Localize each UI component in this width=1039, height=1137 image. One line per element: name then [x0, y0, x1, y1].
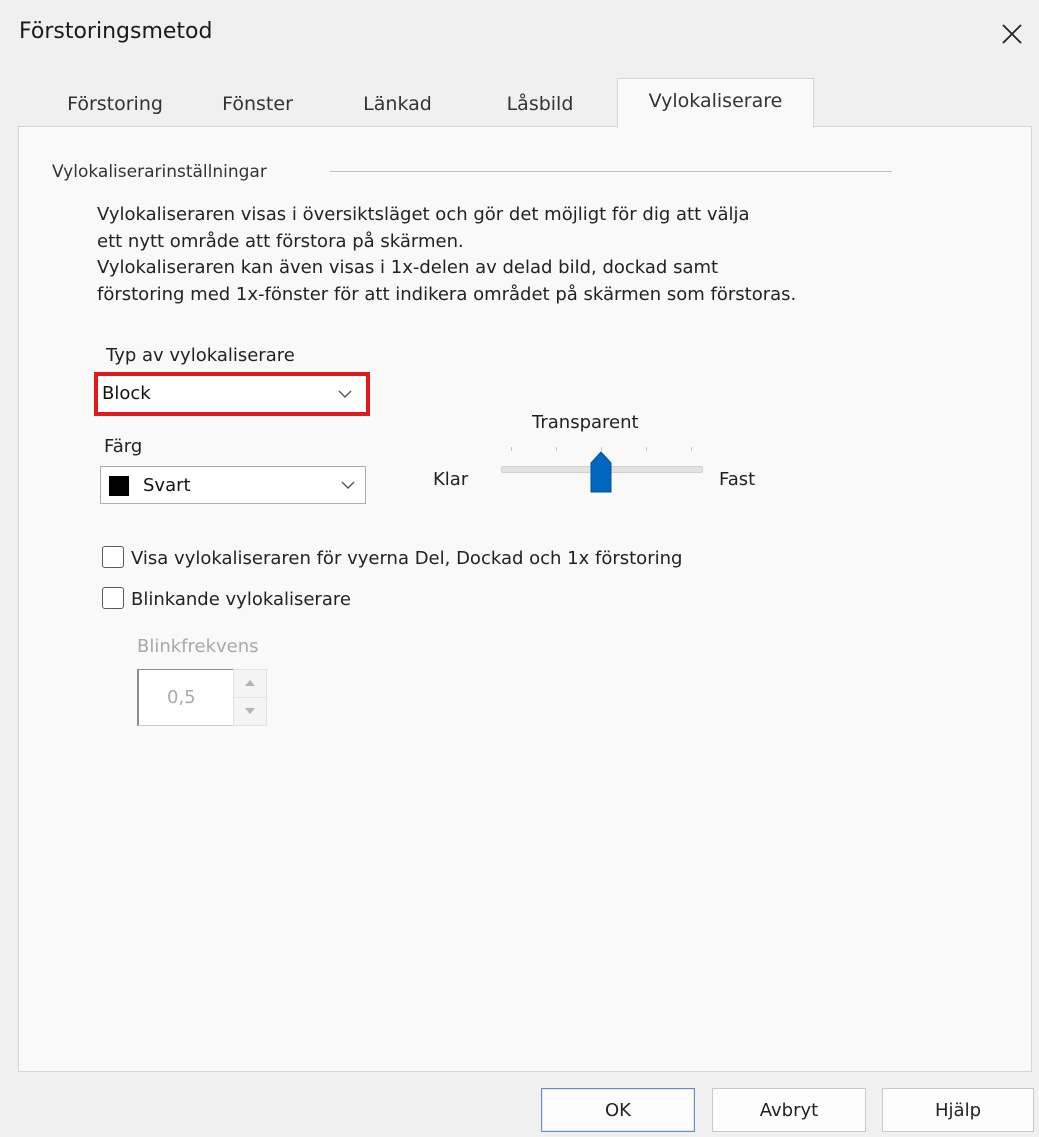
slider-tick [691, 447, 692, 451]
color-label: Färg [104, 436, 143, 457]
tab-forstoring[interactable]: Förstoring [40, 82, 190, 126]
blinking-checkbox[interactable] [102, 587, 124, 609]
slider-tick [511, 447, 512, 451]
spin-down-button[interactable] [233, 697, 267, 726]
transparency-max-label: Fast [719, 469, 756, 490]
transparency-slider-thumb[interactable] [590, 451, 612, 493]
slider-tick [646, 447, 647, 451]
color-select-value: Svart [143, 475, 191, 496]
tab-lasbild[interactable]: Låsbild [470, 82, 610, 126]
group-divider [330, 171, 892, 172]
close-icon [1002, 24, 1022, 44]
highlight-box [94, 372, 370, 416]
color-swatch [109, 476, 129, 496]
blink-frequency-label: Blinkfrekvens [137, 636, 259, 657]
show-in-views-label[interactable]: Visa vylokaliseraren för vyerna Del, Doc… [131, 548, 682, 569]
type-label: Typ av vylokaliserare [106, 345, 295, 366]
close-button[interactable] [992, 14, 1032, 54]
cancel-button[interactable]: Avbryt [712, 1088, 866, 1132]
title-bar: Förstoringsmetod [0, 0, 1039, 68]
blinking-label[interactable]: Blinkande vylokaliserare [131, 589, 351, 610]
description-line-3: Vylokaliseraren kan även visas i 1x-dele… [97, 257, 719, 278]
description-line-2: ett nytt område att förstora på skärmen. [97, 231, 464, 252]
show-in-views-checkbox[interactable] [102, 546, 124, 568]
tab-lankad[interactable]: Länkad [330, 82, 465, 126]
transparency-label: Transparent [532, 412, 639, 433]
tab-vylokaliserare[interactable]: Vylokaliserare [617, 78, 814, 128]
ok-button[interactable]: OK [541, 1088, 695, 1132]
caret-up-icon [245, 680, 255, 686]
description-line-4: förstoring med 1x-fönster för att indike… [97, 284, 797, 305]
color-select[interactable]: Svart [100, 466, 366, 504]
chevron-down-icon [341, 481, 355, 489]
description-line-1: Vylokaliseraren visas i översiktsläget o… [97, 204, 750, 225]
caret-down-icon [245, 708, 255, 714]
blink-frequency-input[interactable]: 0,5 [137, 669, 236, 726]
tab-fonster[interactable]: Fönster [190, 82, 325, 126]
transparency-min-label: Klar [433, 469, 469, 490]
blink-frequency-value: 0,5 [167, 687, 196, 708]
window-title: Förstoringsmetod [19, 19, 213, 44]
spin-up-button[interactable] [233, 669, 267, 698]
group-label: Vylokaliserarinställningar [52, 162, 267, 182]
slider-tick [556, 447, 557, 451]
help-button[interactable]: Hjälp [882, 1088, 1034, 1132]
